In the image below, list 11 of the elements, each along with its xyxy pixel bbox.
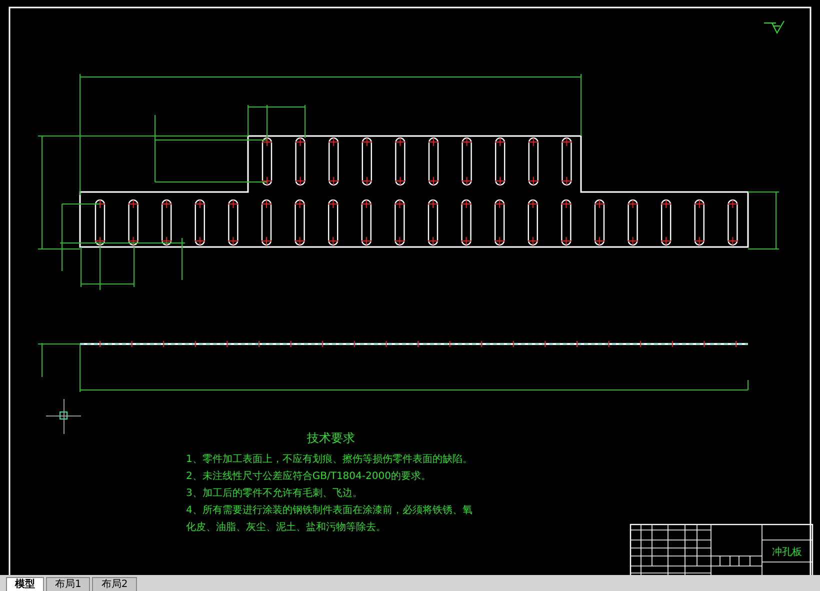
notes-title: 技术要求: [306, 430, 356, 447]
part-name: 冲孔板: [772, 547, 802, 558]
layout-tab[interactable]: 布局2: [92, 577, 137, 591]
crosshair-cursor-icon: [46, 398, 82, 434]
layout-tab[interactable]: 布局1: [46, 577, 90, 591]
technical-note: 2、未注线性尺寸公差应符合GB/T1804-2000的要求。: [186, 470, 432, 484]
surface-roughness-icon: [764, 20, 784, 34]
technical-note: 3、加工后的零件不允许有毛刺、飞边。: [186, 486, 364, 501]
layout-tab[interactable]: 模型: [6, 577, 44, 591]
technical-note: 1、零件加工表面上，不应有划痕、擦伤等损伤零件表面的缺陷。: [186, 452, 474, 467]
technical-note: 4、所有需要进行涂装的钢铁制件表面在涂漆前，必须将铁锈、氧化皮、油脂、灰尘、泥土、盐和污物等除去。: [186, 504, 474, 535]
